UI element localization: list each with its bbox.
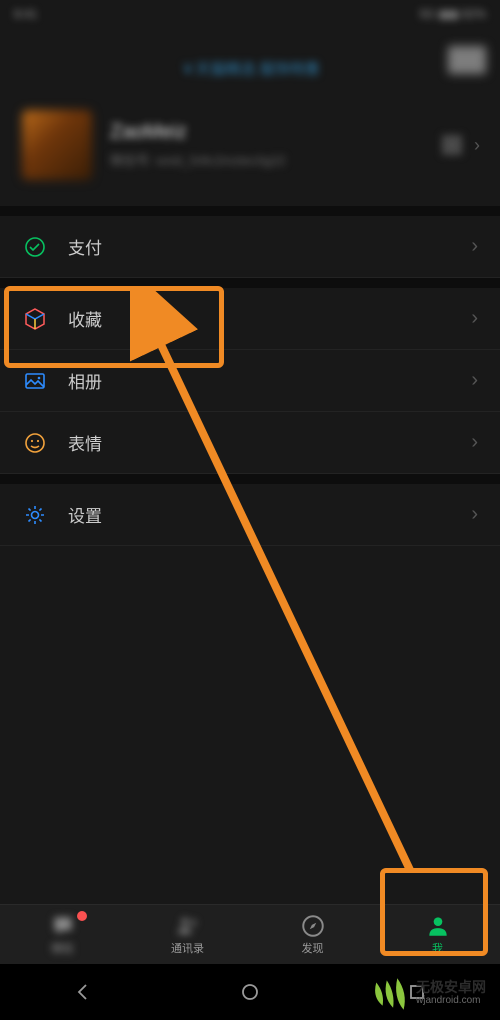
chevron-right-icon: ›	[471, 235, 478, 258]
nav-back[interactable]	[71, 980, 95, 1004]
tab-bar: 微信 通讯录 发现 我	[0, 904, 500, 964]
chevron-right-icon: ›	[471, 307, 478, 330]
contacts-icon	[175, 913, 201, 939]
menu-item-album[interactable]: 相册 ›	[0, 350, 500, 412]
photo-icon	[22, 368, 48, 394]
watermark-logo-icon	[370, 972, 412, 1014]
tab-label: 发现	[302, 940, 324, 956]
menu-label: 支付	[68, 234, 471, 259]
compass-icon	[300, 913, 326, 939]
menu-item-settings[interactable]: 设置 ›	[0, 484, 500, 546]
menu-label: 相册	[68, 368, 471, 393]
chat-icon	[50, 913, 76, 939]
tab-me[interactable]: 我	[375, 905, 500, 964]
profile-text: ZaoMeiz 微信号: wxid_5r8c2mztec0g22	[110, 121, 442, 169]
gear-icon	[22, 502, 48, 528]
menu-label: 收藏	[68, 306, 471, 331]
qr-icon	[442, 135, 462, 155]
tab-chat[interactable]: 微信	[0, 905, 125, 964]
chevron-right-icon: ›	[474, 135, 480, 156]
profile-name: ZaoMeiz	[110, 121, 442, 144]
tab-contacts[interactable]: 通讯录	[125, 905, 250, 964]
section-gap	[0, 278, 500, 288]
profile-id: 微信号: wxid_5r8c2mztec0g22	[110, 150, 442, 169]
smile-icon	[22, 430, 48, 456]
menu-item-emoji[interactable]: 表情 ›	[0, 412, 500, 474]
banner-text: ￥天猫精选 服饰特惠	[0, 28, 500, 79]
watermark-url: wjandroid.com	[416, 995, 486, 1006]
pay-icon	[22, 234, 48, 260]
tab-label: 微信	[52, 940, 74, 956]
watermark: 无极安卓网 wjandroid.com	[366, 966, 490, 1020]
watermark-title: 无极安卓网	[416, 980, 486, 995]
menu-item-pay[interactable]: 支付 ›	[0, 216, 500, 278]
tab-discover[interactable]: 发现	[250, 905, 375, 964]
status-time: 8:41	[14, 7, 37, 21]
status-bar: 8:41 5G ▮▮▮ 82%	[0, 0, 500, 28]
cube-icon	[22, 306, 48, 332]
menu-item-favorites[interactable]: 收藏 ›	[0, 288, 500, 350]
section-gap	[0, 474, 500, 484]
avatar	[22, 110, 92, 180]
unread-dot	[77, 911, 87, 921]
person-icon	[425, 913, 451, 939]
chevron-right-icon: ›	[471, 431, 478, 454]
profile-row[interactable]: ZaoMeiz 微信号: wxid_5r8c2mztec0g22 ›	[0, 88, 500, 206]
tab-label: 我	[432, 940, 443, 956]
chevron-right-icon: ›	[471, 369, 478, 392]
status-indicators: 5G ▮▮▮ 82%	[419, 7, 486, 21]
menu-label: 设置	[68, 502, 471, 527]
chevron-right-icon: ›	[471, 503, 478, 526]
nav-home[interactable]	[238, 980, 262, 1004]
menu-label: 表情	[68, 430, 471, 455]
banner: ￥天猫精选 服饰特惠	[0, 28, 500, 88]
watermark-text: 无极安卓网 wjandroid.com	[416, 980, 486, 1006]
tab-label: 通讯录	[171, 940, 204, 956]
section-gap	[0, 206, 500, 216]
